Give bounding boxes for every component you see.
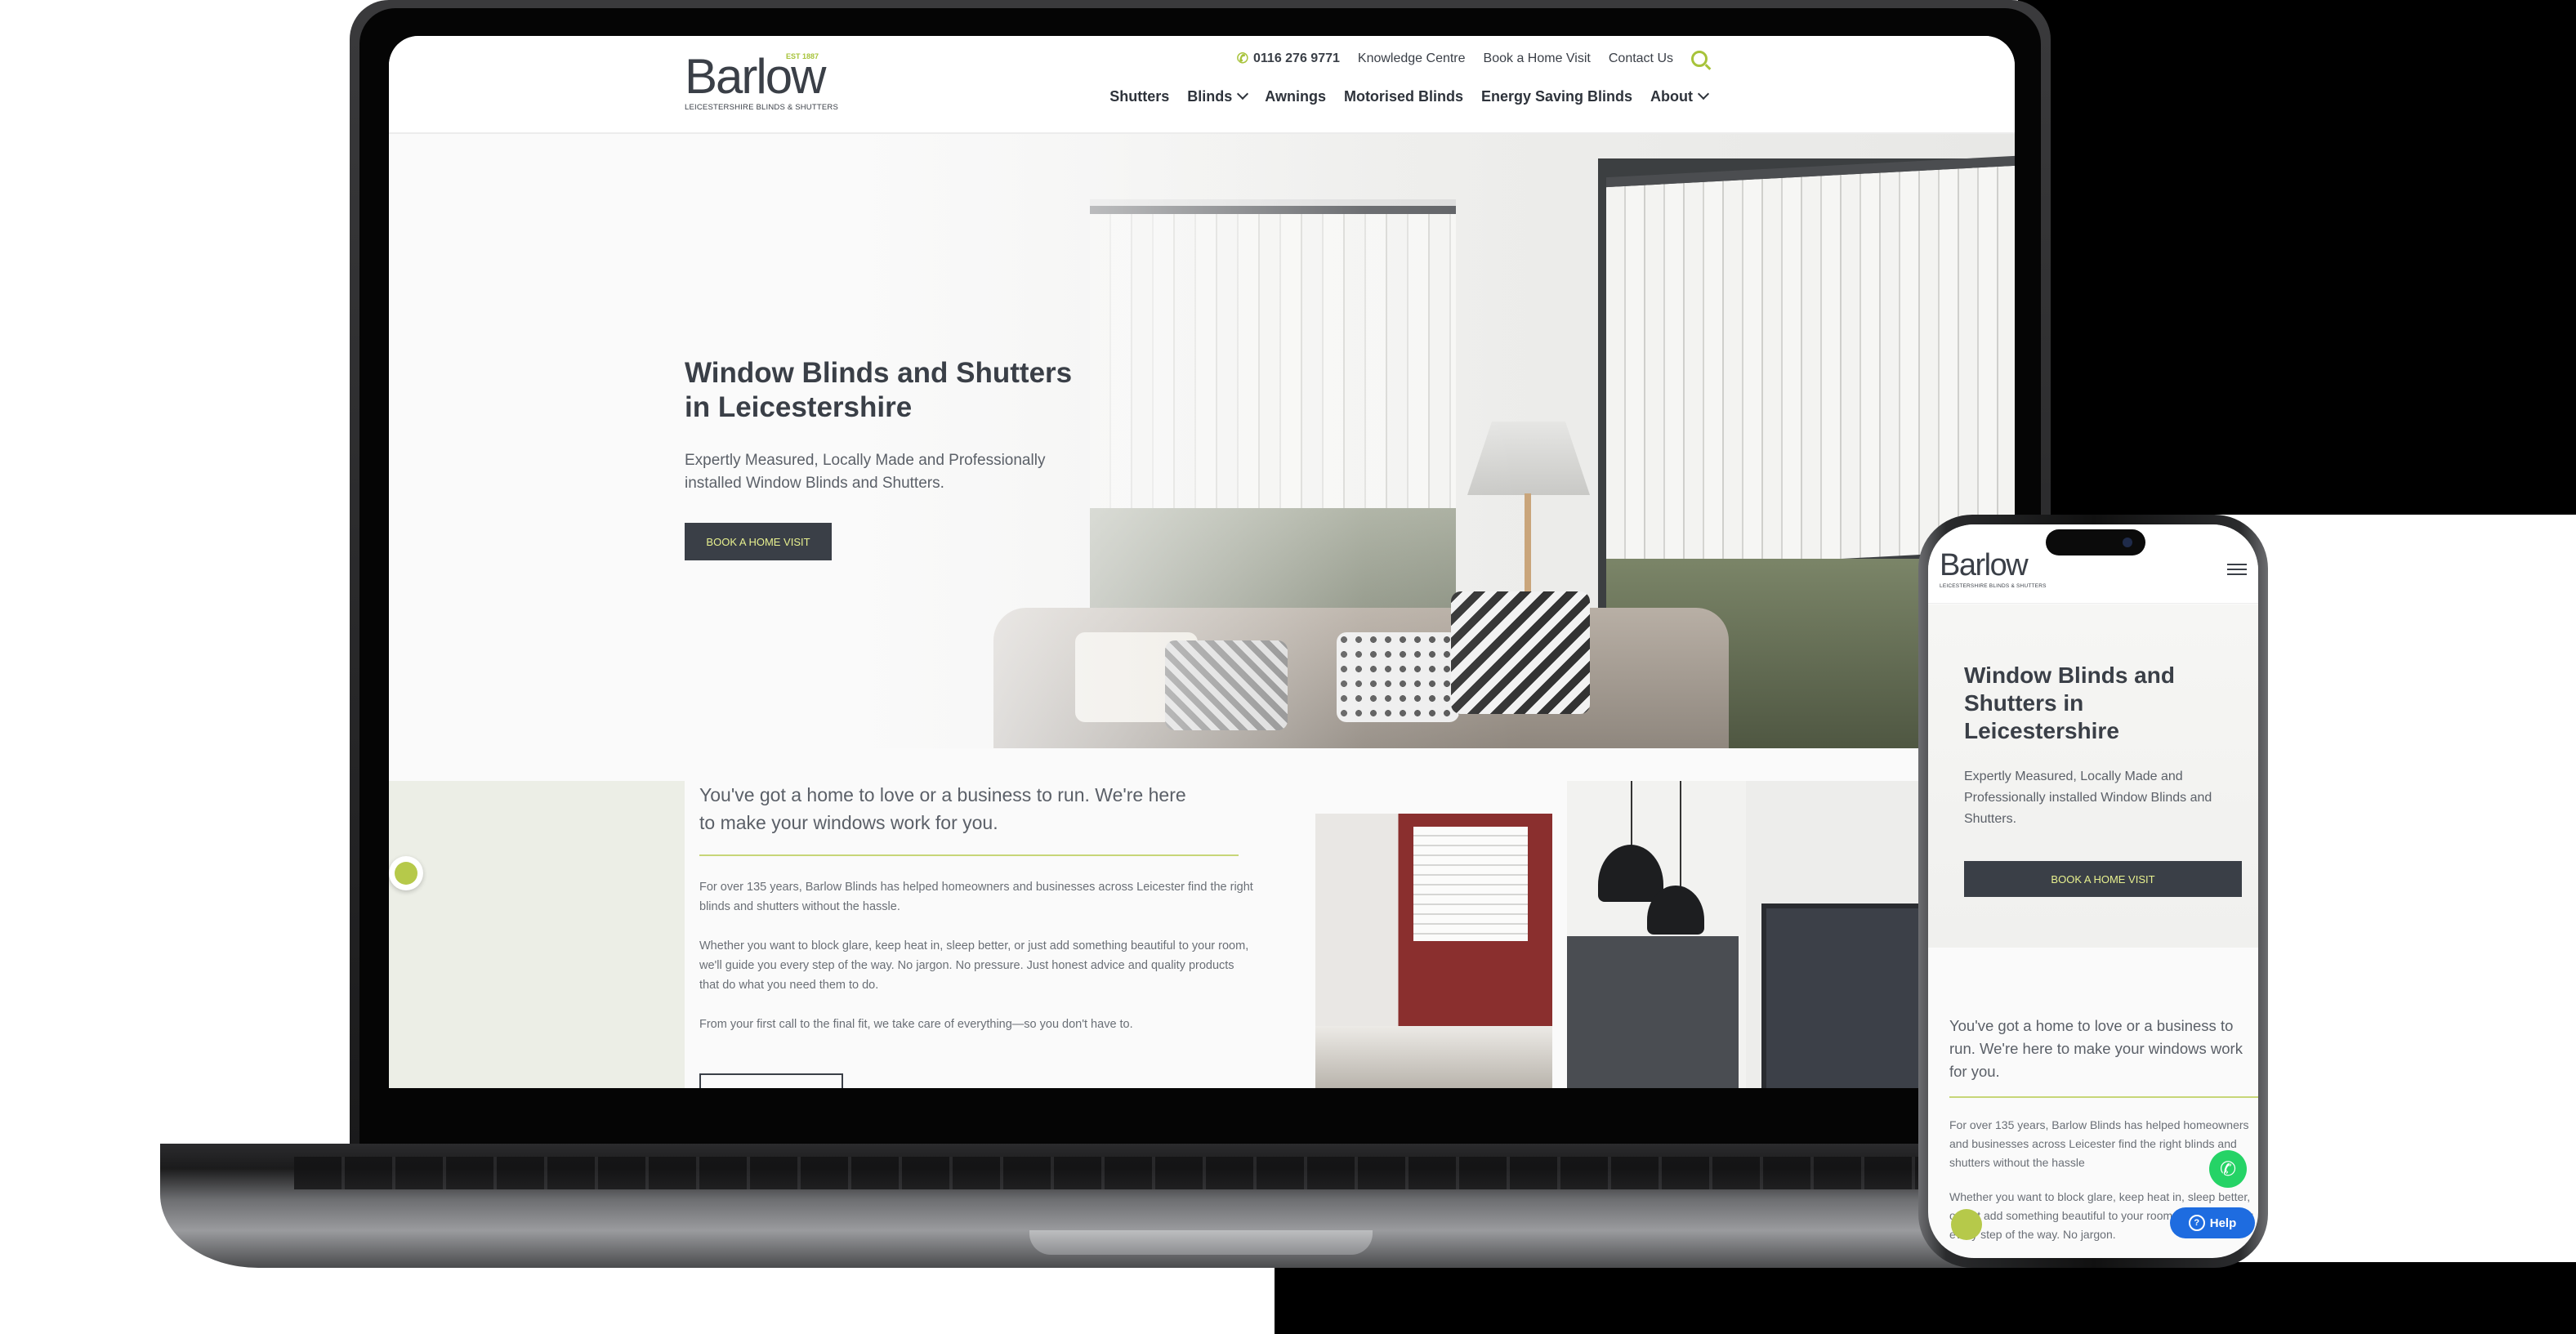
front-camera — [2123, 538, 2132, 547]
bedroom-shutter — [1413, 827, 1528, 941]
help-button[interactable]: ? Help — [2170, 1207, 2255, 1238]
hero-subtitle: Expertly Measured, Locally Made and Prof… — [685, 452, 1046, 492]
logo-tagline: LEICESTERSHIRE BLINDS & SHUTTERS — [685, 103, 838, 112]
laptop-screen: Barlow EST 1887 LEICESTERSHIRE BLINDS & … — [389, 36, 2015, 1088]
nav-item-about[interactable]: About — [1650, 87, 1710, 105]
cookie-settings-button[interactable] — [389, 856, 423, 890]
intro-paragraph-3: From your first call to the final fit, w… — [699, 1018, 1133, 1031]
chevron-down-icon — [1697, 87, 1710, 100]
top-links: ✆ 0116 276 9771 Knowledge Centre Book a … — [1237, 51, 1708, 67]
nav-item-energy-saving-blinds[interactable]: Energy Saving Blinds — [1481, 88, 1632, 105]
mobile-intro-divider — [1949, 1096, 2258, 1098]
nav-label: Shutters — [1109, 88, 1170, 105]
main-nav: Shutters Blinds Awnings Motorised Blinds… — [1109, 87, 1710, 105]
mobile-intro-heading: You've got a home to love or a business … — [1949, 1017, 2243, 1080]
bedroom-bed — [1315, 1026, 1552, 1088]
mobile-hero-subtitle: Expertly Measured, Locally Made and Prof… — [1964, 770, 2212, 826]
kitchen-window — [1761, 903, 1935, 1088]
laptop-notch — [1029, 1230, 1373, 1255]
logo-est: EST 1887 — [786, 52, 819, 60]
phone-link[interactable]: ✆ 0116 276 9771 — [1237, 51, 1340, 67]
intro-side-panel — [389, 781, 685, 1088]
nav-label: About — [1650, 88, 1693, 105]
help-label: Help — [2209, 1216, 2237, 1230]
backdrop-black-bottom — [1275, 1262, 2576, 1334]
logo-wordmark: Barlow — [1940, 548, 2029, 582]
book-home-visit-button[interactable]: BOOK A HOME VISIT — [685, 523, 832, 560]
nav-item-motorised-blinds[interactable]: Motorised Blinds — [1344, 88, 1463, 105]
nav-label: Energy Saving Blinds — [1480, 88, 1633, 105]
mobile-book-home-visit-button[interactable]: BOOK A HOME VISIT — [1964, 861, 2242, 897]
mobile-hero-title: Window Blinds and Shutters in Leicesters… — [1964, 663, 2175, 743]
site-header: Barlow EST 1887 LEICESTERSHIRE BLINDS & … — [389, 36, 2015, 134]
cookie-icon — [395, 862, 417, 885]
book-home-visit-link[interactable]: Book a Home Visit — [1484, 51, 1591, 66]
laptop-keyboard — [294, 1157, 2075, 1189]
hero-section: Window Blinds and Shutters in Leicesters… — [389, 134, 2015, 748]
phone-screen: Barlow LEICESTERSHIRE BLINDS & SHUTTERS … — [1928, 524, 2258, 1258]
nav-item-awnings[interactable]: Awnings — [1265, 88, 1326, 105]
whatsapp-icon[interactable]: ✆ — [2209, 1150, 2247, 1188]
site-logo[interactable]: Barlow EST 1887 LEICESTERSHIRE BLINDS & … — [685, 52, 838, 113]
intro-divider — [699, 854, 1239, 856]
help-icon: ? — [2188, 1215, 2205, 1231]
pendant-cord — [1680, 781, 1681, 887]
phone-icon: ✆ — [1236, 51, 1248, 66]
hamburger-icon[interactable] — [2227, 560, 2247, 578]
hero-fade-overlay — [389, 134, 2015, 748]
nav-item-blinds[interactable]: Blinds — [1187, 87, 1249, 105]
nav-label: Awnings — [1265, 88, 1326, 105]
backdrop-black-right — [2018, 0, 2576, 515]
intro-heading: You've got a home to love or a business … — [699, 784, 1186, 833]
kitchen-cabinets — [1567, 936, 1739, 1088]
search-icon[interactable] — [1691, 51, 1708, 67]
cookie-icon[interactable] — [1951, 1209, 1982, 1240]
intro-paragraph-1: For over 135 years, Barlow Blinds has he… — [699, 881, 1253, 913]
logo-tagline: LEICESTERSHIRE BLINDS & SHUTTERS — [1940, 583, 2047, 589]
chevron-down-icon — [1237, 87, 1249, 100]
knowledge-centre-link[interactable]: Knowledge Centre — [1358, 51, 1466, 66]
hero-title: Window Blinds and Shutters in Leicesters… — [685, 357, 1073, 423]
intro-button[interactable] — [699, 1073, 843, 1088]
phone-number: 0116 276 9771 — [1253, 51, 1340, 65]
mobile-logo[interactable]: Barlow LEICESTERSHIRE BLINDS & SHUTTERS — [1940, 549, 2047, 589]
intro-section: You've got a home to love or a business … — [389, 781, 2015, 1088]
nav-item-shutters[interactable]: Shutters — [1109, 88, 1169, 105]
nav-label: Motorised Blinds — [1343, 88, 1463, 105]
nav-label: Blinds — [1187, 88, 1233, 105]
intro-paragraph-2: Whether you want to block glare, keep he… — [699, 939, 1249, 992]
contact-us-link[interactable]: Contact Us — [1609, 51, 1673, 66]
pendant-cord — [1631, 781, 1632, 846]
